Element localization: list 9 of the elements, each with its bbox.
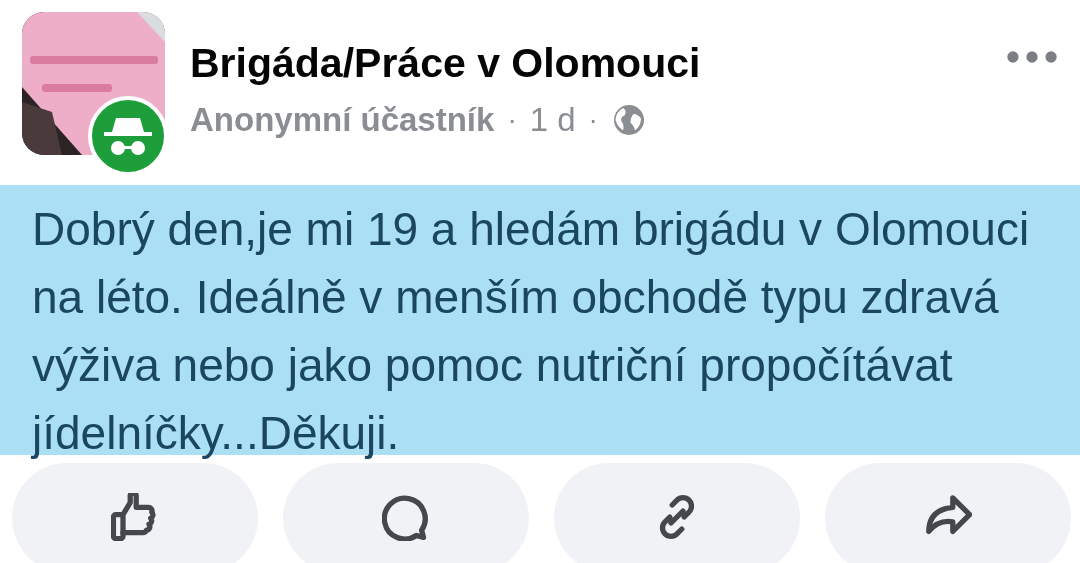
post-text: Dobrý den,je mi 19 a hledám brigádu v Olomouci na léto. Ideálně v menším obchodě typu zdravá výživa nebo jako pomoc nutriční propočítávat jídelníčky...Děkuji. [32, 202, 1031, 461]
like-icon [111, 493, 159, 541]
more-icon[interactable] [1006, 50, 1058, 64]
separator: · [507, 103, 517, 137]
author-name: Anonymní účastník [190, 100, 495, 140]
separator: · [588, 103, 598, 137]
comment-icon [382, 493, 430, 541]
group-name[interactable]: Brigáda/Práce v Olomouci [190, 38, 701, 88]
post-time: 1 d [529, 100, 576, 140]
